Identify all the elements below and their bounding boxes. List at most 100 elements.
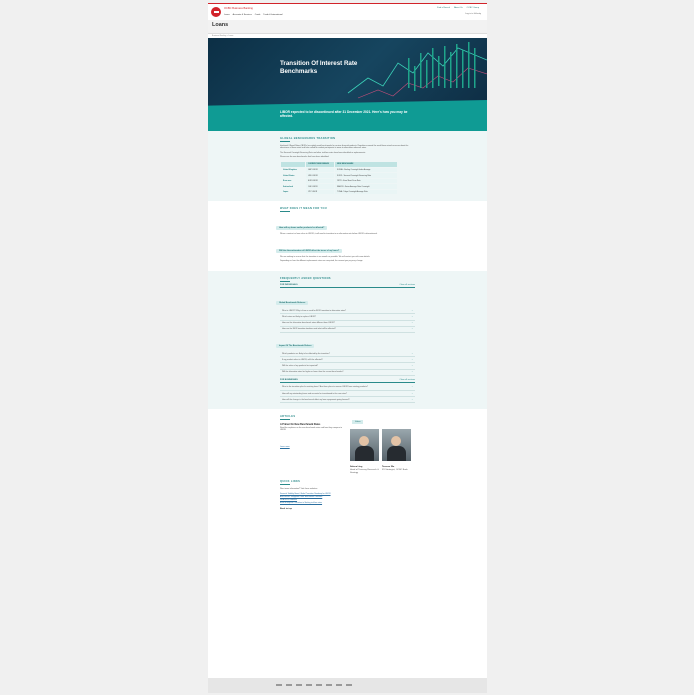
table-cell: SONIA - Sterling Overnight Index Average	[335, 167, 397, 173]
faq-business-label: FOR BUSINESSES	[280, 378, 298, 381]
table-row: Switzerland CHF LIBOR SARON - Swiss Averag…	[281, 184, 397, 189]
global-text-3: Please see the new benchmarks that have …	[280, 156, 329, 159]
faq-group-title[interactable]: Global Benchmark Reforms	[276, 301, 309, 306]
quick-links-intro: Want more information? Visit these websi…	[280, 488, 318, 491]
table-row: United States USD LIBOR SOFR - Secured Ove…	[281, 173, 397, 178]
main-nav: Loans Accounts & Services Cards Trade & …	[224, 14, 283, 16]
table-cell: GBP LIBOR	[306, 167, 334, 173]
meaning-text-2: We are working to ensure that the transi…	[280, 255, 371, 258]
brand-name: OCBC Business Banking	[224, 7, 253, 10]
faq-business-header: FOR BUSINESSES Close all sections	[280, 379, 415, 383]
chevron-down-icon[interactable]: ⌄	[411, 322, 413, 324]
chevron-down-icon[interactable]: ⌄	[411, 371, 413, 373]
site-header: OCBC Business Banking Loans Accounts & S…	[208, 3, 487, 20]
faq-question: Which rates are likely to replace LIBOR?	[282, 316, 317, 318]
global-text-1: Interbank Offered Rates (IBORs) are wide…	[280, 144, 409, 150]
global-heading: GLOBAL BENCHMARKS TRANSITION	[280, 137, 336, 140]
faq-question: Will the alternative rates be higher or …	[282, 371, 344, 374]
chevron-down-icon[interactable]: ⌄	[411, 386, 413, 388]
faq-question: Will the value of my products be impacte…	[282, 364, 319, 367]
chevron-down-icon[interactable]: ⌄	[411, 328, 413, 330]
faq-item[interactable]: Will the alternative rates be higher or …	[280, 370, 415, 376]
ocbc-logo-icon[interactable]	[211, 7, 221, 17]
login-link[interactable]: Log in to Velocity	[465, 13, 481, 15]
table-cell: United Kingdom	[283, 169, 297, 172]
faq-question: What is LIBOR? Why is there a need for I…	[282, 309, 347, 312]
global-text-2: The Secured Overnight Financing Rate and…	[280, 151, 366, 154]
chevron-down-icon[interactable]: ⌄	[411, 359, 413, 361]
table-cell: SOFR - Secured Overnight Financing Rate	[335, 173, 397, 178]
table-cell: EUR LIBOR	[306, 178, 334, 184]
chevron-down-icon[interactable]: ⌄	[411, 353, 413, 355]
video-thumbnail[interactable]	[350, 428, 379, 461]
top-link-branch[interactable]: Find a Branch	[437, 7, 450, 9]
hero-title: Transition Of Interest Rate Benchmarks	[280, 60, 358, 75]
faq-question: How will my outstanding loans and accoun…	[282, 392, 348, 395]
quick-link[interactable]: ISDA IBOR Fallbacks	[280, 499, 415, 501]
meaning-text-3: Depending on how the different replaceme…	[280, 260, 363, 263]
nav-trade[interactable]: Trade & International	[263, 14, 282, 16]
faq-question: What is the transition plan for existing…	[282, 386, 368, 389]
table-cell: €STR - Euro Short-Term Rate	[335, 178, 397, 184]
table-cell: USD LIBOR	[306, 173, 334, 178]
faq-item[interactable]: How are the IBOR transition timelines an…	[280, 327, 415, 333]
hero-banner: Transition Of Interest Rate Benchmarks L…	[208, 38, 487, 131]
table-cell: CHF LIBOR	[306, 184, 334, 189]
site-footer	[208, 678, 487, 693]
table-header	[281, 161, 305, 167]
chevron-down-icon[interactable]: ⌄	[411, 393, 413, 395]
quick-link[interactable]: ABS-SFEMC Singapore Dollar Benchmark Tra…	[280, 496, 415, 498]
faq-question: If my product refers to LIBOR, will it b…	[282, 358, 323, 361]
faq-section: FREQUENTLY ASKED QUESTIONS FOR INDIVIDUA…	[208, 270, 487, 410]
quick-link[interactable]: Bank of England: Transition to Sterling …	[280, 502, 415, 504]
question-pill: How will my loans and/or products be aff…	[276, 225, 328, 230]
table-header: CURRENT BENCHMARK	[306, 161, 334, 167]
videos-panel: Videos Selena Ling Head of Treasury Resea…	[350, 419, 414, 475]
speaker-role: FX Strategist, OCBC Bank	[382, 468, 408, 471]
footer-logos	[208, 678, 487, 692]
meaning-section: WHAT DOES IT MEAN FOR YOU How will my lo…	[208, 201, 487, 271]
table-header: NEW BENCHMARK	[335, 161, 397, 167]
benchmark-table: CURRENT BENCHMARK NEW BENCHMARK United Ki…	[280, 161, 398, 196]
chevron-down-icon[interactable]: ⌄	[411, 365, 413, 367]
chevron-down-icon[interactable]: ⌄	[411, 316, 413, 318]
table-cell: SARON - Swiss Average Rate Overnight	[335, 184, 397, 189]
faq-item[interactable]: How will the change in the benchmark aff…	[280, 397, 415, 404]
top-link-about[interactable]: About Us	[454, 7, 463, 9]
top-link-group[interactable]: OCBC Group	[467, 7, 479, 9]
faq-group-title[interactable]: Impact Of The Benchmark Reform	[276, 343, 315, 348]
meaning-text-1: When a contract or loan refers to LIBOR,…	[280, 232, 378, 235]
table-cell: Euro area	[283, 180, 292, 183]
article-card[interactable]: A Primer On New Benchmark Rates Read the…	[280, 423, 344, 475]
article-text: Read the explainer on the new benchmark …	[280, 426, 343, 432]
title-bar: Loans	[208, 20, 487, 34]
table-row: United Kingdom GBP LIBOR SONIA - Sterling …	[281, 167, 397, 173]
page: OCBC Business Banking Loans Accounts & S…	[208, 3, 487, 693]
nav-cards[interactable]: Cards	[255, 14, 261, 16]
table-cell: Japan	[283, 191, 289, 194]
close-all-link[interactable]: Close all sections	[399, 284, 415, 286]
back-to-top-link[interactable]: Back to top	[280, 508, 415, 511]
quick-links: QUICK LINKS Want more information? Visit…	[280, 480, 415, 504]
nav-loans[interactable]: Loans	[224, 14, 230, 16]
top-links: Find a Branch About Us OCBC Group	[437, 7, 479, 9]
faq-heading: FREQUENTLY ASKED QUESTIONS	[280, 276, 331, 280]
faq-question: How are the IBOR transition timelines an…	[282, 328, 336, 331]
videos-tab[interactable]: Videos	[352, 419, 364, 424]
video-thumbnail[interactable]	[382, 428, 411, 461]
hero-subtitle: LIBOR expected to be discontinued after …	[280, 110, 408, 119]
faq-question: How will the change in the benchmark aff…	[282, 398, 350, 401]
learn-more-link[interactable]: Learn more	[280, 446, 290, 448]
table-row: Euro area EUR LIBOR €STR - Euro Short-Term…	[281, 178, 397, 184]
quick-links-heading: QUICK LINKS	[280, 480, 301, 484]
question-pill: Will the discontinuation of LIBOR affect…	[276, 248, 343, 253]
chevron-down-icon[interactable]: ⌄	[411, 399, 413, 401]
page-title: Loans	[212, 22, 229, 28]
article-title: A Primer On New Benchmark Rates	[280, 422, 321, 426]
chevron-down-icon[interactable]: ⌄	[411, 310, 413, 312]
table-cell: United States	[283, 174, 295, 177]
quick-link[interactable]: Financial Stability Board: Global Transi…	[280, 493, 415, 495]
close-all-link[interactable]: Close all sections	[399, 379, 415, 381]
nav-accounts[interactable]: Accounts & Services	[233, 14, 252, 16]
meaning-heading: WHAT DOES IT MEAN FOR YOU	[280, 207, 328, 211]
